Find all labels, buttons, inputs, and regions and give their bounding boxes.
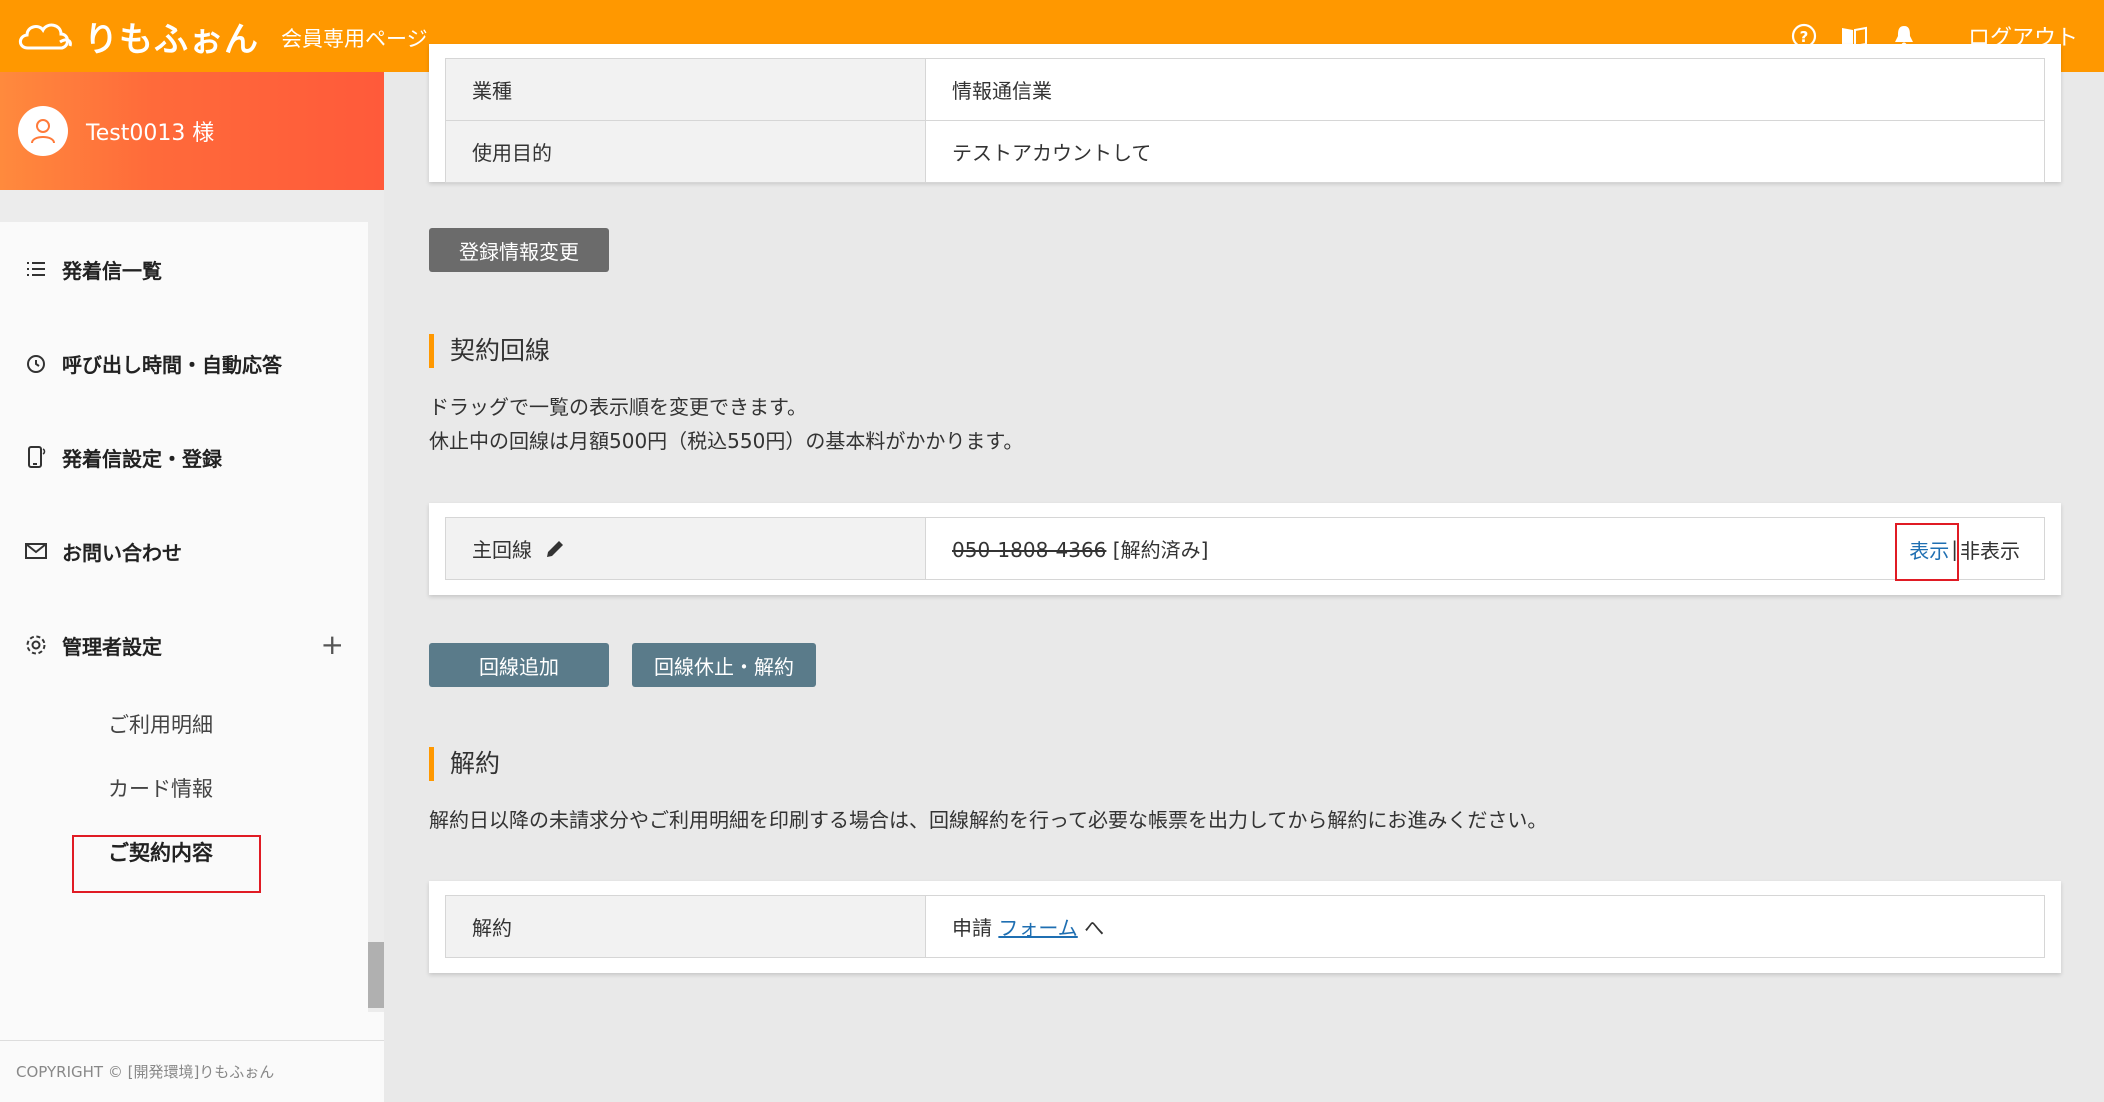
sidebar-subitem-usage-details[interactable]: ご利用明細 — [0, 692, 384, 756]
line-status: [解約済み] — [1106, 538, 1209, 562]
add-line-button[interactable]: 回線追加 — [429, 643, 609, 687]
cancel-description: 解約日以降の未請求分やご利用明細を印刷する場合は、回線解約を行って必要な帳票を出… — [429, 808, 1548, 832]
sidebar-menu: 発着信一覧 呼び出し時間・自動応答 発着信設定・登録 お問い合わせ 管理者設定 … — [0, 222, 384, 884]
pencil-icon[interactable] — [544, 538, 566, 560]
avatar — [18, 106, 68, 156]
table-key: 業種 — [445, 58, 926, 121]
form-link[interactable]: フォーム — [998, 916, 1077, 940]
header-subtitle: 会員専用ページ — [281, 27, 428, 51]
username: Test0013 様 — [86, 121, 215, 146]
sidebar-item-ring-time[interactable]: 呼び出し時間・自動応答 — [0, 316, 384, 410]
sidebar-item-label: 呼び出し時間・自動応答 — [62, 352, 282, 377]
list-icon — [27, 262, 45, 276]
sidebar-item-label: 発着信設定・登録 — [62, 446, 222, 471]
logo-text: りもふぉん — [84, 19, 259, 60]
sidebar-item-label: 管理者設定 — [62, 634, 162, 659]
table-value: テストアカウントして — [925, 120, 2045, 183]
sidebar-item-call-settings[interactable]: 発着信設定・登録 — [0, 410, 384, 504]
table-key: 使用目的 — [445, 120, 926, 183]
table-value: 情報通信業 — [925, 58, 2045, 121]
table-row: 解約 申請 フォーム へ — [445, 895, 2045, 958]
table-row[interactable]: 主回線 050-1808-4366 [解約済み] 表示 | 非表示 — [445, 517, 2045, 580]
clock-icon — [27, 355, 45, 373]
phone-icon — [28, 446, 46, 468]
sidebar-item-admin-settings[interactable]: 管理者設定 + — [0, 598, 384, 692]
table-key: 主回線 — [445, 517, 926, 580]
lines-description-2: 休止中の回線は月額500円（税込550円）の基本料がかかります。 — [429, 429, 1024, 453]
edit-registration-button[interactable]: 登録情報変更 — [429, 228, 609, 272]
highlight-box-show — [1895, 523, 1959, 581]
mail-icon — [25, 543, 47, 559]
lines-description-1: ドラッグで一覧の表示順を変更できます。 — [429, 395, 807, 419]
cancel-card: 解約 申請 フォーム へ — [429, 881, 2061, 973]
sidebar-scrollbar[interactable] — [368, 222, 384, 1012]
sidebar-item-contact[interactable]: お問い合わせ — [0, 504, 384, 598]
sidebar-item-label: お問い合わせ — [62, 540, 182, 565]
section-title-cancel: 解約 — [429, 747, 500, 781]
user-panel: Test0013 様 — [0, 72, 384, 190]
suspend-line-button[interactable]: 回線休止・解約 — [632, 643, 816, 687]
cloud-phone-icon — [18, 23, 72, 50]
user-icon — [31, 119, 55, 144]
section-title-lines: 契約回線 — [429, 334, 550, 368]
copyright: COPYRIGHT © [開発環境]りもふぉん — [0, 1040, 384, 1102]
account-info-card: 業種 情報通信業 使用目的 テストアカウントして — [429, 44, 2061, 183]
table-row: 業種 情報通信業 — [445, 58, 2045, 121]
lines-card: 主回線 050-1808-4366 [解約済み] 表示 | 非表示 — [429, 503, 2061, 595]
scrollbar-thumb[interactable] — [368, 942, 384, 1008]
hide-link[interactable]: 非表示 — [1960, 535, 2020, 564]
phone-number: 050-1808-4366 — [952, 538, 1107, 562]
table-value: 050-1808-4366 [解約済み] 表示 | 非表示 — [925, 517, 2045, 580]
sidebar: Test0013 様 発着信一覧 呼び出し時間・自動応答 発着信設定・登録 お問… — [0, 72, 384, 1102]
gear-icon — [26, 635, 46, 655]
highlight-box-contract — [72, 835, 261, 893]
table-row: 使用目的 テストアカウントして — [445, 120, 2045, 183]
expand-plus-icon[interactable]: + — [321, 628, 344, 661]
table-key: 解約 — [445, 895, 926, 958]
sidebar-item-label: 発着信一覧 — [62, 258, 162, 283]
main-content: 業種 情報通信業 使用目的 テストアカウントして 登録情報変更 契約回線 ドラッ… — [384, 44, 2104, 1102]
account-info-table: 業種 情報通信業 使用目的 テストアカウントして — [445, 58, 2045, 183]
sidebar-subitem-card-info[interactable]: カード情報 — [0, 756, 384, 820]
sidebar-item-call-history[interactable]: 発着信一覧 — [0, 222, 384, 316]
table-value: 申請 フォーム へ — [925, 895, 2045, 958]
logo[interactable]: りもふぉん — [14, 12, 259, 61]
lines-table: 主回線 050-1808-4366 [解約済み] 表示 | 非表示 — [445, 517, 2045, 580]
cancel-table: 解約 申請 フォーム へ — [445, 895, 2045, 958]
